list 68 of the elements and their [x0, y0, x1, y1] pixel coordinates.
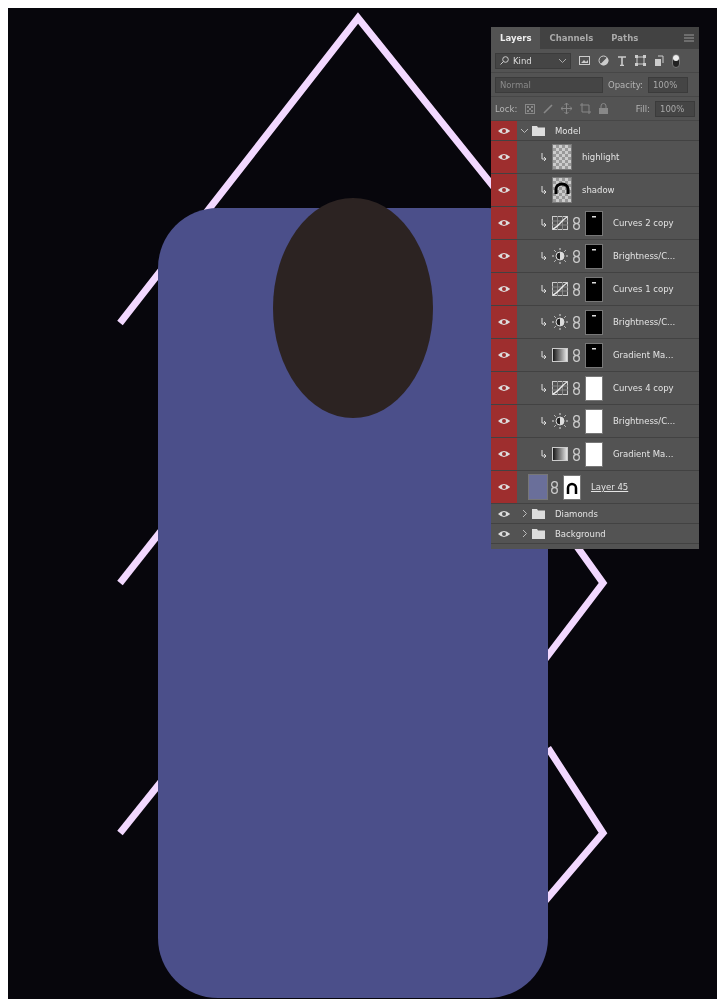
layer-name[interactable]: Model: [555, 125, 581, 136]
panel-tab[interactable]: Paths: [602, 27, 648, 49]
opacity-label: Opacity:: [608, 79, 643, 90]
photo-thumbnail: [528, 474, 548, 500]
layer-name[interactable]: Brightness/C...: [613, 317, 676, 327]
gradient-icon: [552, 348, 568, 362]
panel-tab[interactable]: Channels: [540, 27, 603, 49]
filter-dropdown[interactable]: Kind: [495, 52, 571, 69]
visibility-eye-icon[interactable]: [491, 240, 517, 272]
half-circle-icon[interactable]: [598, 55, 609, 66]
layer-name[interactable]: Curves 1 copy: [613, 284, 674, 294]
link-icon: [573, 447, 580, 461]
layer-name[interactable]: Brightness/C...: [613, 416, 676, 426]
gradient-icon: [552, 447, 568, 461]
link-icon: [573, 249, 580, 263]
toggle-icon[interactable]: [672, 53, 680, 68]
link-icon: [573, 414, 580, 428]
visibility-eye-icon[interactable]: [491, 372, 517, 404]
folder-icon: [532, 528, 545, 539]
link-icon: [551, 480, 558, 494]
type-icon[interactable]: [617, 55, 627, 66]
curves-icon: [552, 381, 568, 395]
link-icon: [573, 315, 580, 329]
folder-icon: [532, 125, 545, 136]
link-icon: [573, 216, 580, 230]
link-icon: [573, 348, 580, 362]
opacity-field[interactable]: 100%: [647, 76, 688, 93]
visibility-eye-icon[interactable]: [491, 207, 517, 239]
fill-label: Fill:: [635, 103, 650, 114]
link-icon: [573, 282, 580, 296]
layer-name[interactable]: Brightness/C...: [613, 251, 676, 261]
sun-icon: [552, 413, 568, 429]
curves-icon: [552, 282, 568, 296]
curves-icon: [552, 216, 568, 230]
layer-name[interactable]: shadow: [582, 185, 615, 195]
visibility-eye-icon[interactable]: [491, 405, 517, 437]
visibility-eye-icon[interactable]: [491, 273, 517, 305]
visibility-eye-icon[interactable]: [491, 438, 517, 470]
visibility-eye-icon[interactable]: [491, 141, 517, 173]
sun-icon: [552, 248, 568, 264]
visibility-eye-icon[interactable]: [491, 471, 517, 503]
checkerboard-icon[interactable]: [525, 103, 536, 114]
fill-field[interactable]: 100%: [655, 100, 695, 117]
layer-name[interactable]: Curves 2 copy: [613, 218, 674, 228]
image-icon[interactable]: [579, 56, 590, 65]
chevron-icon[interactable]: [521, 127, 528, 134]
layer-name[interactable]: Gradient Ma...: [613, 350, 674, 360]
link-icon: [573, 381, 580, 395]
layer-name[interactable]: Layer 45: [591, 482, 629, 492]
chevron-icon[interactable]: [521, 530, 528, 537]
panel-tab[interactable]: Layers: [491, 27, 541, 49]
search-icon: [500, 56, 509, 65]
lock-label: Lock:: [495, 103, 518, 114]
layer-name[interactable]: Curves 4 copy: [613, 383, 674, 393]
layer-name[interactable]: Background: [555, 528, 606, 539]
layer-name[interactable]: Gradient Ma...: [613, 449, 674, 459]
layer-name[interactable]: highlight: [582, 152, 620, 162]
visibility-eye-icon[interactable]: [491, 306, 517, 338]
visibility-eye-icon[interactable]: [491, 174, 517, 206]
visibility-eye-icon[interactable]: [491, 121, 517, 140]
chevron-icon[interactable]: [521, 510, 528, 517]
caret-icon: [559, 58, 566, 63]
layer-name[interactable]: Diamonds: [555, 508, 598, 519]
smart-object-icon[interactable]: [654, 55, 664, 66]
sun-icon: [552, 314, 568, 330]
shape-icon[interactable]: [635, 55, 646, 66]
visibility-eye-icon[interactable]: [491, 339, 517, 371]
folder-icon: [532, 508, 545, 519]
